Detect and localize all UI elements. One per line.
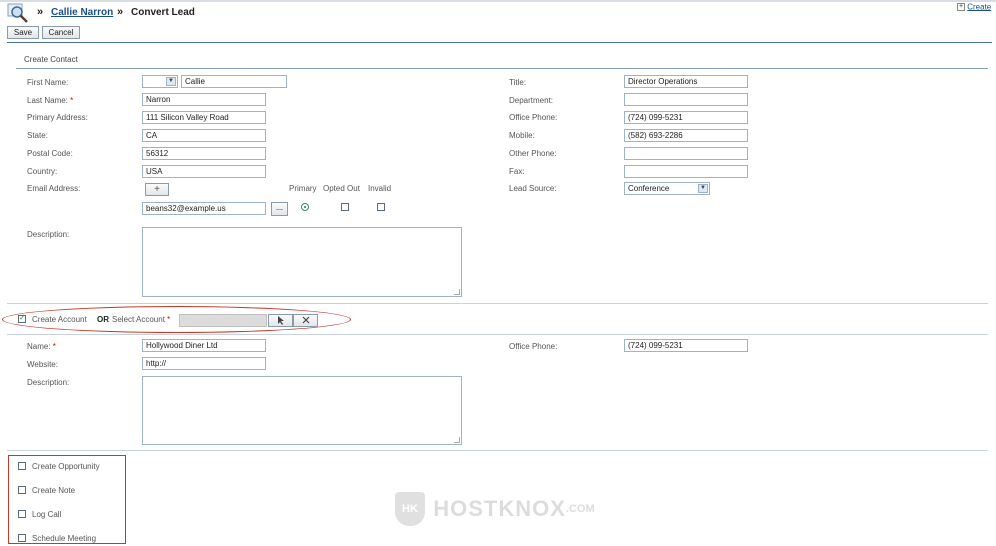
watermark-brand: HOSTKNOX <box>433 496 566 521</box>
select-account-input[interactable] <box>179 314 267 327</box>
section-title-create-contact: Create Contact <box>24 55 78 64</box>
mobile-label: Mobile: <box>509 131 535 140</box>
add-email-button[interactable]: + <box>145 183 169 196</box>
remove-email-button[interactable]: — <box>271 202 288 216</box>
resize-grip-icon <box>454 437 460 443</box>
primary-address-input[interactable]: 111 Silicon Valley Road <box>142 111 266 124</box>
title-input[interactable]: Director Operations <box>624 75 748 88</box>
toolbar-divider <box>7 42 992 43</box>
log-call-label: Log Call <box>32 510 62 519</box>
account-office-phone-input[interactable]: (724) 099-5231 <box>624 339 748 352</box>
primary-email-radio[interactable] <box>301 203 309 211</box>
department-label: Department: <box>509 96 554 105</box>
hostknox-logo-icon: HK <box>395 492 425 526</box>
section-divider <box>7 303 988 304</box>
page-title: Convert Lead <box>131 7 195 18</box>
country-input[interactable]: USA <box>142 165 266 178</box>
log-call-checkbox[interactable] <box>18 510 26 518</box>
fax-input[interactable] <box>624 165 748 178</box>
last-name-label: Last Name: * <box>27 96 74 105</box>
account-office-phone-label: Office Phone: <box>509 342 558 351</box>
fax-label: Fax: <box>509 167 525 176</box>
invalid-checkbox[interactable] <box>377 203 385 211</box>
account-website-input[interactable]: http:// <box>142 357 266 370</box>
breadcrumb-lead-link[interactable]: Callie Narron <box>51 7 113 18</box>
mobile-input[interactable]: (582) 693-2286 <box>624 129 748 142</box>
account-name-label: Name: * <box>27 342 56 351</box>
section-divider <box>7 450 988 451</box>
last-name-input[interactable]: Narron <box>142 93 266 106</box>
chevron-down-icon: ▼ <box>698 184 708 193</box>
account-name-input[interactable]: Hollywood Diner Ltd <box>142 339 266 352</box>
email-col-invalid: Invalid <box>368 184 392 193</box>
plus-icon: + <box>957 2 965 11</box>
create-opportunity-checkbox[interactable] <box>18 462 26 470</box>
postal-code-label: Postal Code: <box>27 149 73 158</box>
state-label: State: <box>27 131 48 140</box>
cursor-arrow-icon <box>277 316 284 325</box>
first-name-input[interactable]: Callie <box>181 75 287 88</box>
or-label: OR <box>97 315 109 324</box>
section-divider <box>7 334 988 335</box>
create-note-label: Create Note <box>32 486 76 495</box>
chevron-down-icon: ▼ <box>166 77 176 86</box>
top-border <box>0 0 996 2</box>
create-note-checkbox[interactable] <box>18 486 26 494</box>
create-account-label: Create Account <box>32 315 87 324</box>
schedule-meeting-checkbox[interactable] <box>18 534 26 542</box>
email-col-opted-out: Opted Out <box>323 184 360 193</box>
save-button[interactable]: Save <box>7 26 39 39</box>
close-icon <box>302 316 309 324</box>
clear-account-button[interactable] <box>293 314 318 327</box>
watermark: HK HOSTKNOX.COM <box>395 492 595 528</box>
create-link-area[interactable]: + Create <box>957 2 991 12</box>
account-website-label: Website: <box>27 360 58 369</box>
other-phone-input[interactable] <box>624 147 748 160</box>
cancel-button[interactable]: Cancel <box>42 26 80 39</box>
watermark-suffix: .COM <box>565 503 595 515</box>
email-input[interactable]: beans32@example.us <box>142 202 266 215</box>
country-label: Country: <box>27 167 58 176</box>
primary-address-label: Primary Address: <box>27 113 88 122</box>
email-col-primary: Primary <box>289 184 317 193</box>
opted-out-checkbox[interactable] <box>341 203 349 211</box>
first-name-label: First Name: <box>27 78 69 87</box>
title-label: Title: <box>509 78 527 87</box>
select-account-button[interactable] <box>268 314 293 327</box>
salutation-select[interactable]: ▼ <box>142 75 178 88</box>
section-divider <box>16 68 988 69</box>
create-link[interactable]: Create <box>967 2 991 11</box>
contact-description-textarea[interactable] <box>142 227 462 297</box>
office-phone-label: Office Phone: <box>509 113 558 122</box>
postal-code-input[interactable]: 56312 <box>142 147 266 160</box>
account-description-textarea[interactable] <box>142 376 462 445</box>
lead-source-label: Lead Source: <box>509 184 557 193</box>
breadcrumb-separator: » <box>117 6 124 18</box>
breadcrumb-separator: » <box>37 6 44 18</box>
other-phone-label: Other Phone: <box>509 149 557 158</box>
resize-grip-icon <box>454 289 460 295</box>
description-label: Description: <box>27 230 70 239</box>
account-description-label: Description: <box>27 378 70 387</box>
select-account-label: Select Account * <box>112 315 171 324</box>
email-address-label: Email Address: <box>27 184 81 193</box>
radio-dot-icon <box>304 206 306 208</box>
state-input[interactable]: CA <box>142 129 266 142</box>
department-input[interactable] <box>624 93 748 106</box>
office-phone-input[interactable]: (724) 099-5231 <box>624 111 748 124</box>
schedule-meeting-label: Schedule Meeting <box>32 534 97 543</box>
lead-source-select[interactable]: Conference ▼ <box>624 182 710 195</box>
lead-icon <box>7 3 29 23</box>
create-account-checkbox[interactable]: ✓ <box>18 315 26 323</box>
lead-source-value: Conference <box>628 184 670 193</box>
create-opportunity-label: Create Opportunity <box>32 462 100 471</box>
